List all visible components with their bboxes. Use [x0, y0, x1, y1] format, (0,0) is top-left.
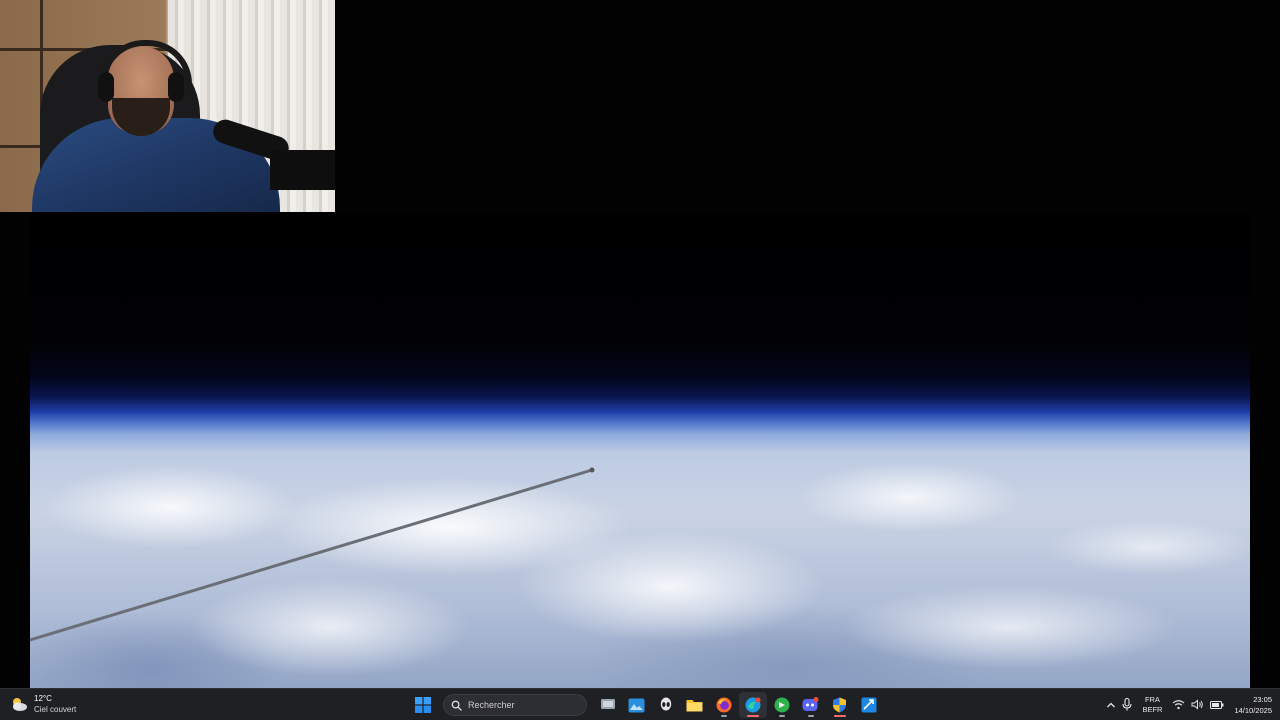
running-indicator: [778, 715, 785, 717]
speaker-icon: [1191, 699, 1204, 710]
photos-icon: [628, 698, 645, 712]
taskbar-center: Rechercher: [408, 692, 883, 718]
show-hidden-icons-button[interactable]: [1106, 700, 1116, 710]
language-indicator[interactable]: FRA BEFR: [1142, 695, 1162, 715]
battery-button[interactable]: [1210, 700, 1224, 710]
taskbar-app-alienware[interactable]: [652, 692, 680, 718]
taskbar-app-discord[interactable]: [797, 692, 825, 718]
taskbar-app-firefox[interactable]: [710, 692, 738, 718]
battery-charging-icon: [1210, 700, 1224, 709]
green-app-icon: [774, 697, 789, 713]
search-icon: [451, 700, 462, 711]
microphone-tray-button[interactable]: [1122, 698, 1132, 711]
taskbar-app-file-explorer[interactable]: [681, 692, 709, 718]
taskbar-app-edge[interactable]: [738, 692, 767, 718]
weather-condition: Ciel couvert: [34, 705, 77, 714]
running-indicator-active: [746, 715, 759, 717]
alien-head-icon: [660, 697, 671, 711]
taskbar-app-green[interactable]: [768, 692, 796, 718]
balloon-tether: [30, 467, 595, 642]
weather-temperature: 12°C: [34, 694, 52, 703]
taskbar: 12°C Ciel couvert Rechercher FRA BEFR 23…: [0, 688, 1280, 720]
chevron-up-icon: [1107, 702, 1116, 707]
start-button[interactable]: [409, 692, 437, 718]
discord-icon: [802, 697, 819, 711]
wifi-icon: [1173, 700, 1185, 710]
search-box[interactable]: Rechercher: [443, 694, 587, 716]
task-view-icon: [600, 699, 615, 709]
headset-earcup-left: [98, 72, 114, 102]
taskbar-app-shield[interactable]: [826, 692, 854, 718]
microphone-icon: [1122, 698, 1132, 711]
firefox-icon: [716, 697, 731, 713]
clock-date: 14/10/2025: [1234, 705, 1272, 715]
language-primary: FRA: [1144, 694, 1160, 704]
running-indicator-active: [833, 715, 846, 717]
clock[interactable]: 23:05 14/10/2025: [1234, 694, 1272, 716]
webcam-overlay: [0, 0, 335, 212]
cloudy-weather-icon: [10, 695, 28, 713]
microphone-arm: [270, 150, 335, 190]
shield-icon: [833, 697, 846, 713]
edge-icon: [745, 697, 760, 713]
taskbar-app-photos[interactable]: [623, 692, 651, 718]
taskbar-app-blue[interactable]: [855, 692, 883, 718]
running-indicator: [720, 715, 727, 717]
wifi-button[interactable]: [1172, 699, 1185, 710]
taskbar-app-task-view[interactable]: [594, 692, 622, 718]
weather-widget[interactable]: 12°C Ciel couvert: [10, 693, 76, 715]
language-secondary: BEFR: [1142, 704, 1163, 714]
search-placeholder: Rechercher: [468, 700, 515, 710]
running-indicator: [807, 715, 814, 717]
video-frame: [30, 212, 1250, 688]
system-tray: FRA BEFR 23:05 14/10/2025: [1106, 689, 1272, 720]
blue-app-icon: [861, 697, 876, 713]
clock-time: 23:05: [1253, 694, 1272, 704]
volume-button[interactable]: [1191, 699, 1204, 710]
windows-logo-icon: [414, 697, 431, 713]
headset-earcup-right: [168, 72, 184, 102]
folder-icon: [686, 700, 703, 712]
